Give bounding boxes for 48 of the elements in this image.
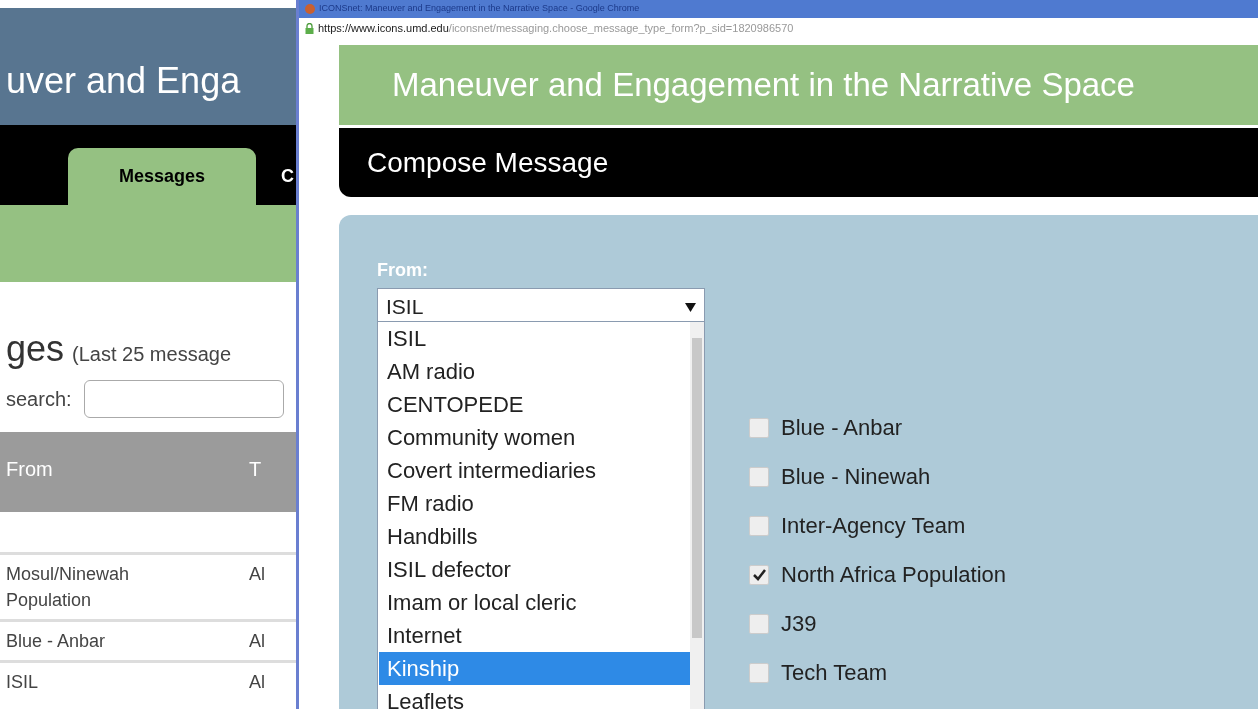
- address-bar[interactable]: https://www.icons.umd.edu/iconsnet/messaging.choose_message_type_form?p_sid=1820986570: [299, 18, 1258, 38]
- check-icon: [752, 568, 766, 581]
- table-cell-text: Blue - Anbar: [5, 630, 107, 653]
- dropdown-option[interactable]: Imam or local cleric: [379, 586, 690, 619]
- dropdown-option[interactable]: Leaflets: [379, 685, 690, 709]
- heading-note: (Last 25 message: [72, 342, 232, 367]
- dropdown-option[interactable]: Handbills: [379, 520, 690, 553]
- search-label: search:: [6, 387, 72, 412]
- search-field[interactable]: [83, 380, 284, 418]
- checkbox[interactable]: [749, 662, 769, 683]
- window-title: ICONSnet: Maneuver and Engagement in the Narrative Space - Google Chrome: [319, 2, 640, 16]
- recipient-label: Blue - Anbar: [781, 414, 903, 442]
- recipient-label: North Africa Population: [781, 561, 1007, 589]
- dropdown-option[interactable]: CENTOPEDE: [379, 388, 690, 421]
- recipient-label: J39: [781, 610, 817, 638]
- recipient-label: Inter-Agency Team: [781, 512, 966, 540]
- from-label: From:: [377, 259, 429, 282]
- checkbox[interactable]: [749, 564, 769, 585]
- table-cell-text: Al: [249, 563, 265, 586]
- table-cell-text: Mosul/Ninewah Population: [5, 563, 131, 612]
- site-title: uver and Enga: [5, 58, 241, 103]
- dropdown-option[interactable]: AM radio: [379, 355, 690, 388]
- checkbox[interactable]: [749, 466, 769, 487]
- recipient-label: Blue - Ninewah: [781, 463, 931, 491]
- browser-icon: [305, 4, 315, 14]
- lock-icon: [305, 22, 314, 34]
- dropdown-option[interactable]: ISIL defector: [379, 553, 690, 586]
- url-text: https://www.icons.umd.edu/iconsnet/messaging.choose_message_type_form?p_sid=1820986570: [318, 20, 794, 36]
- recipient-label: Tech Team: [781, 659, 887, 687]
- page-heading: ges: [5, 327, 65, 371]
- dropdown-option[interactable]: Kinship: [379, 652, 690, 685]
- tab[interactable]: C: [281, 148, 296, 205]
- dropdown-option[interactable]: FM radio: [379, 487, 690, 520]
- site-title: Maneuver and Engagement in the Narrative Space: [392, 65, 1135, 106]
- dropdown-option[interactable]: Community women: [379, 421, 690, 454]
- dropdown-option[interactable]: Internet: [379, 619, 690, 652]
- column-header: T: [249, 457, 262, 482]
- checkbox[interactable]: [749, 613, 769, 634]
- checkbox[interactable]: [749, 515, 769, 536]
- checkbox[interactable]: [749, 417, 769, 438]
- section-title: Compose Message: [367, 145, 609, 180]
- caret-icon: [685, 302, 696, 312]
- tab[interactable]: Messages: [68, 148, 256, 205]
- table-cell-text: ISIL: [5, 671, 40, 694]
- column-header: From: [5, 457, 54, 482]
- table-cell-text: Al: [249, 671, 265, 694]
- dropdown-option[interactable]: Covert intermediaries: [379, 454, 690, 487]
- table-cell-text: Al: [249, 630, 265, 653]
